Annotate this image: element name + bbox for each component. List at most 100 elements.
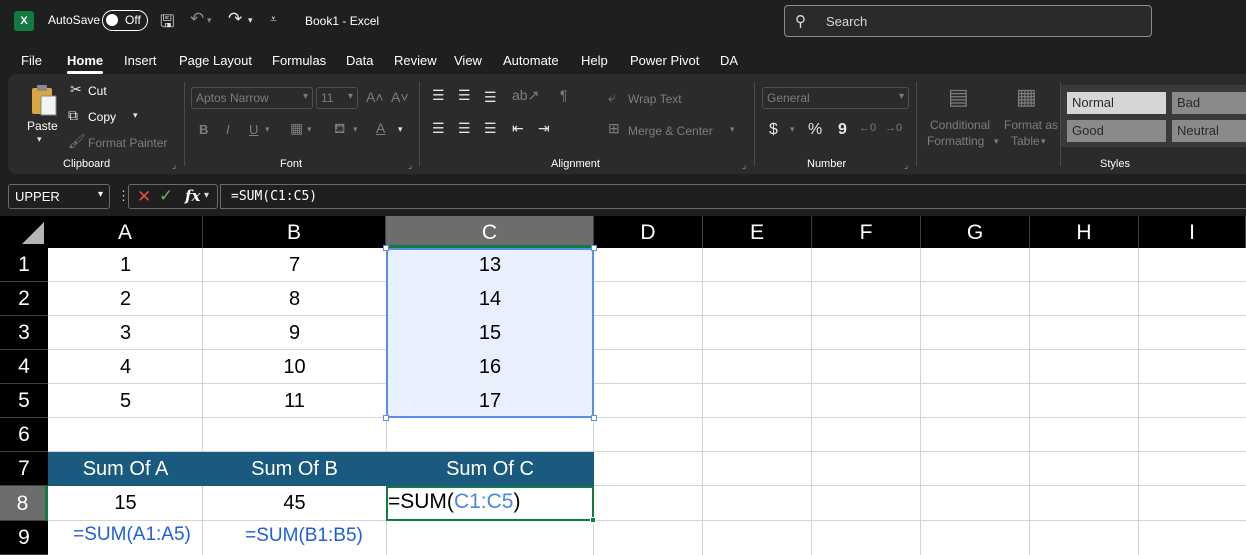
row-header-2[interactable]: 2	[0, 282, 48, 316]
alignment-launcher-icon[interactable]: ⌟	[742, 160, 746, 171]
fill-handle[interactable]	[590, 517, 596, 523]
row-header-6[interactable]: 6	[0, 418, 48, 452]
fill-color-dropdown-icon[interactable]: ▾	[353, 124, 358, 135]
paste-label[interactable]: Paste	[27, 119, 58, 133]
wrap-text-button[interactable]: Wrap Text	[628, 92, 682, 106]
format-as-table-dropdown-icon[interactable]: ▾	[1041, 136, 1046, 147]
merge-dropdown-icon[interactable]: ▾	[730, 124, 735, 135]
redo-icon[interactable]: ↷	[228, 9, 242, 29]
underline-button[interactable]: U	[249, 122, 258, 137]
increase-indent-icon[interactable]: ⇥	[538, 120, 550, 137]
cancel-icon[interactable]: ✕	[137, 187, 151, 207]
style-good[interactable]: Good	[1067, 120, 1166, 142]
style-bad[interactable]: Bad	[1172, 92, 1246, 114]
align-bottom-icon[interactable]: ☰	[484, 89, 497, 106]
cell-c1[interactable]: 13	[386, 254, 594, 277]
cell-a8[interactable]: 15	[48, 492, 203, 515]
column-header-i[interactable]: I	[1139, 216, 1246, 248]
increase-decimal-icon[interactable]: ←0	[859, 122, 876, 134]
paste-dropdown-icon[interactable]: ▾	[37, 134, 42, 145]
align-middle-icon[interactable]: ☰	[458, 87, 471, 104]
redo-dropdown-icon[interactable]: ▾	[248, 15, 253, 26]
column-header-h[interactable]: H	[1030, 216, 1139, 248]
save-icon[interactable]: 🖫	[160, 9, 174, 38]
borders-dropdown-icon[interactable]: ▾	[307, 124, 312, 135]
cell-a2[interactable]: 2	[48, 288, 203, 311]
decrease-decimal-icon[interactable]: →0	[885, 122, 902, 134]
format-as-table-icon[interactable]: ▦	[1016, 84, 1037, 110]
column-header-b[interactable]: B	[203, 216, 386, 248]
cell-c2[interactable]: 14	[386, 288, 594, 311]
cut-button[interactable]: Cut	[88, 84, 107, 98]
copy-button[interactable]: Copy	[88, 110, 116, 124]
tab-home[interactable]: Home	[67, 53, 104, 74]
percent-button[interactable]: %	[808, 121, 822, 139]
wrap-text-icon[interactable]: ⤶	[608, 89, 616, 106]
fill-color-icon[interactable]: ⛾	[334, 120, 345, 139]
column-header-a[interactable]: A	[48, 216, 203, 248]
currency-dropdown-icon[interactable]: ▾	[790, 124, 795, 135]
cell-b5[interactable]: 11	[203, 390, 386, 413]
currency-button[interactable]: $	[769, 121, 778, 139]
paste-icon[interactable]	[30, 84, 58, 116]
number-launcher-icon[interactable]: ⌟	[904, 160, 908, 171]
conditional-formatting-icon[interactable]: ▤	[948, 84, 969, 110]
copy-dropdown-icon[interactable]: ▾	[133, 110, 138, 121]
align-right-icon[interactable]: ☰	[484, 120, 497, 137]
tab-da[interactable]: DA	[720, 53, 738, 68]
font-size-select[interactable]: 11 ▾	[316, 87, 358, 109]
tab-view[interactable]: View	[454, 53, 482, 68]
cell-b3[interactable]: 9	[203, 322, 386, 345]
formula-input[interactable]: =SUM(C1:C5)	[220, 184, 1246, 209]
font-name-select[interactable]: Aptos Narrow ▾	[191, 87, 313, 109]
align-top-icon[interactable]: ☰	[432, 87, 445, 104]
cell-a3[interactable]: 3	[48, 322, 203, 345]
column-header-c[interactable]: C	[386, 216, 594, 248]
row-header-9[interactable]: 9	[0, 521, 48, 555]
cell-c8-formula[interactable]: =SUM(C1:C5)	[388, 490, 520, 514]
align-center-icon[interactable]: ☰	[458, 120, 471, 137]
tab-page-layout[interactable]: Page Layout	[179, 53, 252, 68]
italic-button[interactable]: I	[226, 122, 230, 137]
cell-a1[interactable]: 1	[48, 254, 203, 277]
copy-icon[interactable]: ⧉	[68, 107, 78, 124]
conditional-formatting-line1[interactable]: Conditional	[930, 118, 990, 132]
format-as-table-line1[interactable]: Format as	[1004, 118, 1058, 132]
search-box[interactable]: ⚲ Search	[784, 5, 1152, 37]
undo-icon[interactable]: ↶	[190, 9, 204, 29]
row-header-4[interactable]: 4	[0, 350, 48, 384]
cell-c3[interactable]: 15	[386, 322, 594, 345]
range-handle[interactable]	[383, 245, 389, 251]
column-header-g[interactable]: G	[921, 216, 1030, 248]
merge-center-icon[interactable]: ⊞	[608, 120, 620, 137]
tab-data[interactable]: Data	[346, 53, 373, 68]
conditional-formatting-dropdown-icon[interactable]: ▾	[994, 136, 999, 147]
chevron-down-icon[interactable]: ▾	[204, 190, 209, 201]
select-all-button[interactable]	[0, 216, 48, 248]
cut-icon[interactable]: ✂	[70, 81, 82, 98]
tab-automate[interactable]: Automate	[503, 53, 559, 68]
tab-formulas[interactable]: Formulas	[272, 53, 326, 68]
tab-power-pivot[interactable]: Power Pivot	[630, 53, 699, 68]
merge-center-button[interactable]: Merge & Center	[628, 124, 713, 138]
increase-font-icon[interactable]: A˄	[366, 89, 384, 105]
borders-icon[interactable]: ▦	[290, 120, 303, 137]
tab-review[interactable]: Review	[394, 53, 437, 68]
column-header-f[interactable]: F	[812, 216, 921, 248]
cell-b8[interactable]: 45	[203, 492, 386, 515]
orientation-icon[interactable]: ab↗	[512, 87, 539, 104]
customize-quick-access-icon[interactable]: ⩡	[270, 12, 277, 27]
style-neutral[interactable]: Neutral	[1172, 120, 1246, 142]
clipboard-launcher-icon[interactable]: ⌟	[172, 160, 176, 171]
format-painter-icon[interactable]: 🖌	[68, 133, 86, 150]
tab-file[interactable]: File	[21, 53, 42, 68]
underline-dropdown-icon[interactable]: ▾	[265, 124, 270, 135]
align-left-icon[interactable]: ☰	[432, 120, 445, 137]
decrease-font-icon[interactable]: A˅	[391, 89, 409, 105]
cell-c7[interactable]: Sum Of C	[386, 452, 594, 486]
column-header-d[interactable]: D	[594, 216, 703, 248]
tab-help[interactable]: Help	[581, 53, 608, 68]
row-header-3[interactable]: 3	[0, 316, 48, 350]
enter-icon[interactable]: ✓	[159, 186, 173, 206]
font-launcher-icon[interactable]: ⌟	[408, 160, 412, 171]
